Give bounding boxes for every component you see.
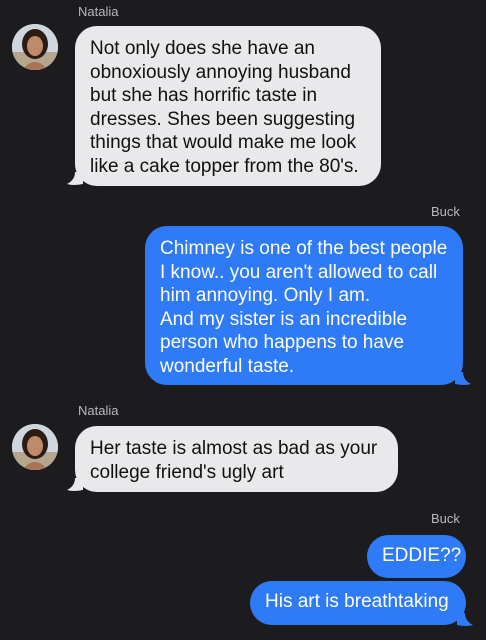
avatar[interactable] bbox=[12, 424, 58, 470]
bubble-tail-icon bbox=[455, 372, 471, 385]
contact-photo-icon bbox=[12, 424, 58, 470]
message-bubble-outgoing[interactable]: Chimney is one of the best people I know… bbox=[145, 226, 463, 385]
bubble-tail-icon bbox=[67, 172, 83, 185]
message-thread: Natalia Not only does she have an obnoxi… bbox=[0, 0, 486, 640]
sender-name-natalia: Natalia bbox=[78, 4, 119, 19]
contact-photo-icon bbox=[12, 24, 58, 70]
sender-name-buck: Buck bbox=[431, 511, 460, 526]
message-bubble-incoming[interactable]: Her taste is almost as bad as your colle… bbox=[75, 426, 398, 492]
bubble-tail-icon bbox=[457, 613, 473, 626]
sender-name-natalia: Natalia bbox=[78, 403, 119, 418]
message-bubble-incoming[interactable]: Not only does she have an obnoxiously an… bbox=[75, 26, 381, 186]
sender-name-buck: Buck bbox=[431, 204, 460, 219]
message-bubble-outgoing[interactable]: EDDIE?? bbox=[367, 535, 466, 578]
avatar[interactable] bbox=[12, 24, 58, 70]
message-bubble-outgoing[interactable]: His art is breathtaking bbox=[250, 581, 466, 625]
bubble-tail-icon bbox=[67, 478, 83, 491]
